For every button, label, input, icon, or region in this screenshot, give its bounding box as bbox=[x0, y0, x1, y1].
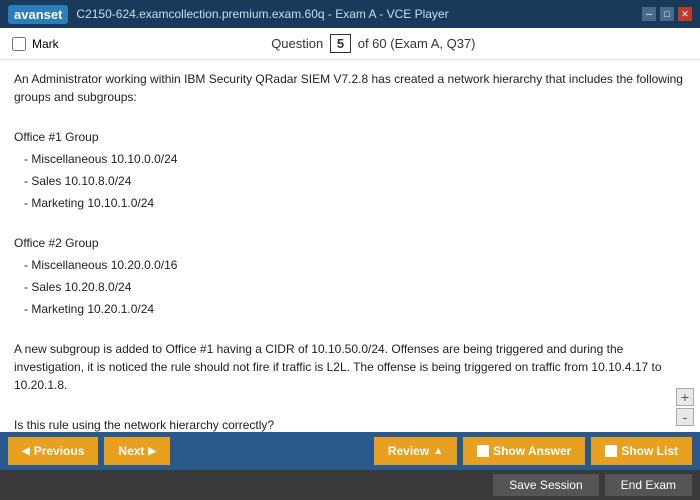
intro-text: An Administrator working within IBM Secu… bbox=[14, 70, 686, 106]
review-arrow-icon: ▲ bbox=[433, 446, 443, 457]
question-label: Question bbox=[271, 36, 323, 51]
question-text: Is this rule using the network hierarchy… bbox=[14, 416, 686, 432]
show-answer-label: Show Answer bbox=[493, 444, 571, 458]
app-logo: avanset bbox=[8, 5, 68, 24]
review-button[interactable]: Review ▲ bbox=[374, 437, 457, 465]
end-exam-button[interactable]: End Exam bbox=[605, 474, 692, 496]
title-bar: avanset C2150-624.examcollection.premium… bbox=[0, 0, 700, 28]
next-button[interactable]: Next ▶ bbox=[104, 437, 170, 465]
save-end-bar: Save Session End Exam bbox=[0, 470, 700, 500]
close-button[interactable]: ✕ bbox=[678, 7, 692, 21]
group2-item2: - Sales 10.20.8.0/24 bbox=[24, 278, 686, 296]
previous-label: Previous bbox=[34, 444, 85, 458]
group1-name: Office #1 Group bbox=[14, 128, 686, 146]
additional-info: A new subgroup is added to Office #1 hav… bbox=[14, 340, 686, 394]
review-label: Review bbox=[388, 444, 429, 458]
question-intro: An Administrator working within IBM Secu… bbox=[14, 70, 686, 432]
group1-item1: - Miscellaneous 10.10.0.0/24 bbox=[24, 150, 686, 168]
main-window: Mark Question 5 of 60 (Exam A, Q37) An A… bbox=[0, 28, 700, 500]
group2-item1: - Miscellaneous 10.20.0.0/16 bbox=[24, 256, 686, 274]
question-body: An Administrator working within IBM Secu… bbox=[0, 60, 700, 432]
show-answer-button[interactable]: Show Answer bbox=[463, 437, 585, 465]
total-questions: of 60 (Exam A, Q37) bbox=[358, 36, 476, 51]
minimize-button[interactable]: ─ bbox=[642, 7, 656, 21]
show-list-label: Show List bbox=[621, 444, 678, 458]
list-icon bbox=[605, 445, 617, 457]
bottom-toolbar: ◀ Previous Next ▶ Review ▲ Show Answer S… bbox=[0, 432, 700, 470]
next-arrow-icon: ▶ bbox=[148, 446, 156, 457]
group2-item3: - Marketing 10.20.1.0/24 bbox=[24, 300, 686, 318]
mark-label: Mark bbox=[32, 37, 59, 51]
zoom-controls: + - bbox=[676, 388, 694, 426]
title-bar-left: avanset C2150-624.examcollection.premium… bbox=[8, 5, 449, 24]
group1-item3: - Marketing 10.10.1.0/24 bbox=[24, 194, 686, 212]
show-list-button[interactable]: Show List bbox=[591, 437, 692, 465]
zoom-out-button[interactable]: - bbox=[676, 408, 694, 426]
content-area: An Administrator working within IBM Secu… bbox=[0, 60, 700, 432]
question-info: Question 5 of 60 (Exam A, Q37) bbox=[271, 34, 475, 53]
zoom-in-button[interactable]: + bbox=[676, 388, 694, 406]
question-header: Mark Question 5 of 60 (Exam A, Q37) bbox=[0, 28, 700, 60]
group2-name: Office #2 Group bbox=[14, 234, 686, 252]
window-title: C2150-624.examcollection.premium.exam.60… bbox=[76, 7, 448, 21]
window-controls[interactable]: ─ □ ✕ bbox=[642, 7, 692, 21]
group1-item2: - Sales 10.10.8.0/24 bbox=[24, 172, 686, 190]
next-label: Next bbox=[118, 444, 144, 458]
mark-section: Mark bbox=[12, 37, 59, 51]
maximize-button[interactable]: □ bbox=[660, 7, 674, 21]
mark-checkbox[interactable] bbox=[12, 37, 26, 51]
question-number: 5 bbox=[330, 34, 351, 53]
save-session-button[interactable]: Save Session bbox=[493, 474, 598, 496]
prev-arrow-icon: ◀ bbox=[22, 446, 30, 457]
previous-button[interactable]: ◀ Previous bbox=[8, 437, 98, 465]
answer-icon bbox=[477, 445, 489, 457]
